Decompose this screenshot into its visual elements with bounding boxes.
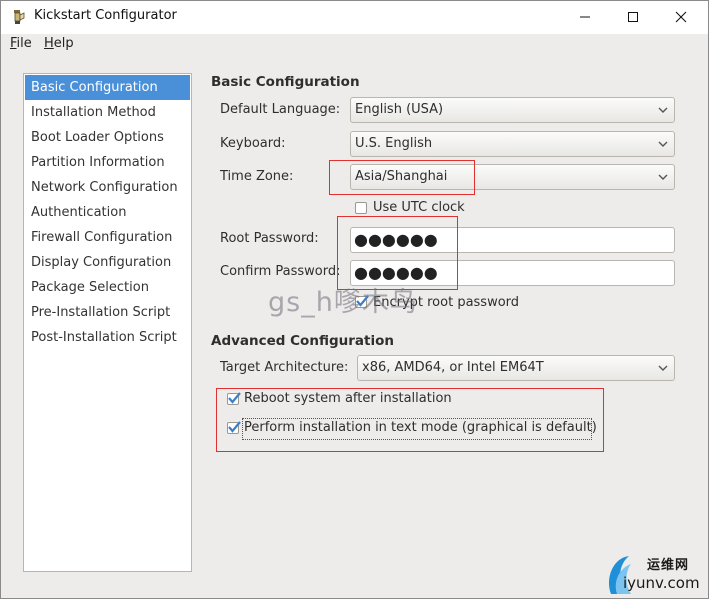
checkmark-icon bbox=[228, 421, 241, 433]
menu-help-label: elp bbox=[53, 36, 74, 51]
title-bar: Kickstart Configurator bbox=[1, 1, 708, 34]
maximize-icon bbox=[628, 12, 638, 22]
sidebar-nav: Basic Configuration Installation Method … bbox=[23, 73, 192, 572]
sidebar-item-network-configuration[interactable]: Network Configuration bbox=[25, 175, 190, 200]
keyboard-label: Keyboard: bbox=[220, 136, 286, 151]
watermark-text: gs_h嗲木鸟 bbox=[268, 287, 418, 318]
default-language-combo[interactable]: English (USA) bbox=[350, 97, 675, 123]
chevron-down-icon bbox=[658, 174, 668, 180]
sidebar-item-display-configuration[interactable]: Display Configuration bbox=[25, 250, 190, 275]
chevron-down-icon bbox=[658, 365, 668, 371]
sidebar-item-package-selection[interactable]: Package Selection bbox=[25, 275, 190, 300]
keyboard-combo[interactable]: U.S. English bbox=[350, 131, 675, 157]
sidebar-item-installation-method[interactable]: Installation Method bbox=[25, 100, 190, 125]
basic-config-heading: Basic Configuration bbox=[211, 74, 360, 90]
advanced-config-heading: Advanced Configuration bbox=[211, 333, 394, 349]
window-title: Kickstart Configurator bbox=[34, 8, 177, 23]
minimize-icon bbox=[580, 16, 590, 18]
menu-help[interactable]: Help bbox=[44, 36, 74, 51]
root-password-input[interactable]: ●●●●●● bbox=[350, 227, 675, 253]
time-zone-combo[interactable]: Asia/Shanghai bbox=[350, 164, 675, 190]
sidebar-item-boot-loader-options[interactable]: Boot Loader Options bbox=[25, 125, 190, 150]
menu-file[interactable]: File bbox=[10, 36, 32, 51]
close-icon bbox=[675, 11, 687, 23]
utc-clock-checkbox[interactable] bbox=[355, 202, 367, 214]
text-mode-install-checkbox[interactable] bbox=[227, 421, 241, 434]
site-logo: 运维网 iyunv.com bbox=[603, 548, 709, 599]
default-language-label: Default Language: bbox=[220, 102, 341, 117]
reboot-after-install-checkbox[interactable] bbox=[227, 392, 241, 405]
target-architecture-value: x86, AMD64, or Intel EM64T bbox=[362, 360, 544, 375]
reboot-after-install-label: Reboot system after installation bbox=[244, 391, 452, 406]
confirm-password-label: Confirm Password: bbox=[220, 264, 341, 279]
sidebar-item-partition-information[interactable]: Partition Information bbox=[25, 150, 190, 175]
app-icon bbox=[14, 10, 25, 24]
logo-domain-text: iyunv.com bbox=[623, 574, 700, 592]
sidebar-item-post-installation-script[interactable]: Post-Installation Script bbox=[25, 325, 190, 350]
time-zone-label: Time Zone: bbox=[220, 169, 294, 184]
minimize-button[interactable] bbox=[562, 1, 608, 32]
sidebar-item-basic-configuration[interactable]: Basic Configuration bbox=[25, 75, 190, 100]
keyboard-value: U.S. English bbox=[355, 136, 433, 151]
checkmark-icon bbox=[228, 392, 241, 404]
logo-chinese-text: 运维网 bbox=[647, 558, 690, 573]
sidebar-item-pre-installation-script[interactable]: Pre-Installation Script bbox=[25, 300, 190, 325]
close-button[interactable] bbox=[658, 1, 704, 32]
utc-clock-label: Use UTC clock bbox=[373, 200, 465, 215]
menu-help-mnemonic: H bbox=[44, 36, 54, 51]
chevron-down-icon bbox=[658, 107, 668, 113]
sidebar-item-firewall-configuration[interactable]: Firewall Configuration bbox=[25, 225, 190, 250]
menu-file-label: ile bbox=[16, 36, 32, 51]
target-architecture-label: Target Architecture: bbox=[220, 360, 349, 375]
target-architecture-combo[interactable]: x86, AMD64, or Intel EM64T bbox=[357, 355, 675, 381]
chevron-down-icon bbox=[658, 141, 668, 147]
maximize-button[interactable] bbox=[610, 1, 656, 32]
time-zone-value: Asia/Shanghai bbox=[355, 169, 448, 184]
sidebar-item-authentication[interactable]: Authentication bbox=[25, 200, 190, 225]
default-language-value: English (USA) bbox=[355, 102, 444, 117]
root-password-label: Root Password: bbox=[220, 231, 319, 246]
menu-bar: File Help bbox=[1, 34, 708, 56]
text-mode-install-label: Perform installation in text mode (graph… bbox=[244, 420, 597, 435]
